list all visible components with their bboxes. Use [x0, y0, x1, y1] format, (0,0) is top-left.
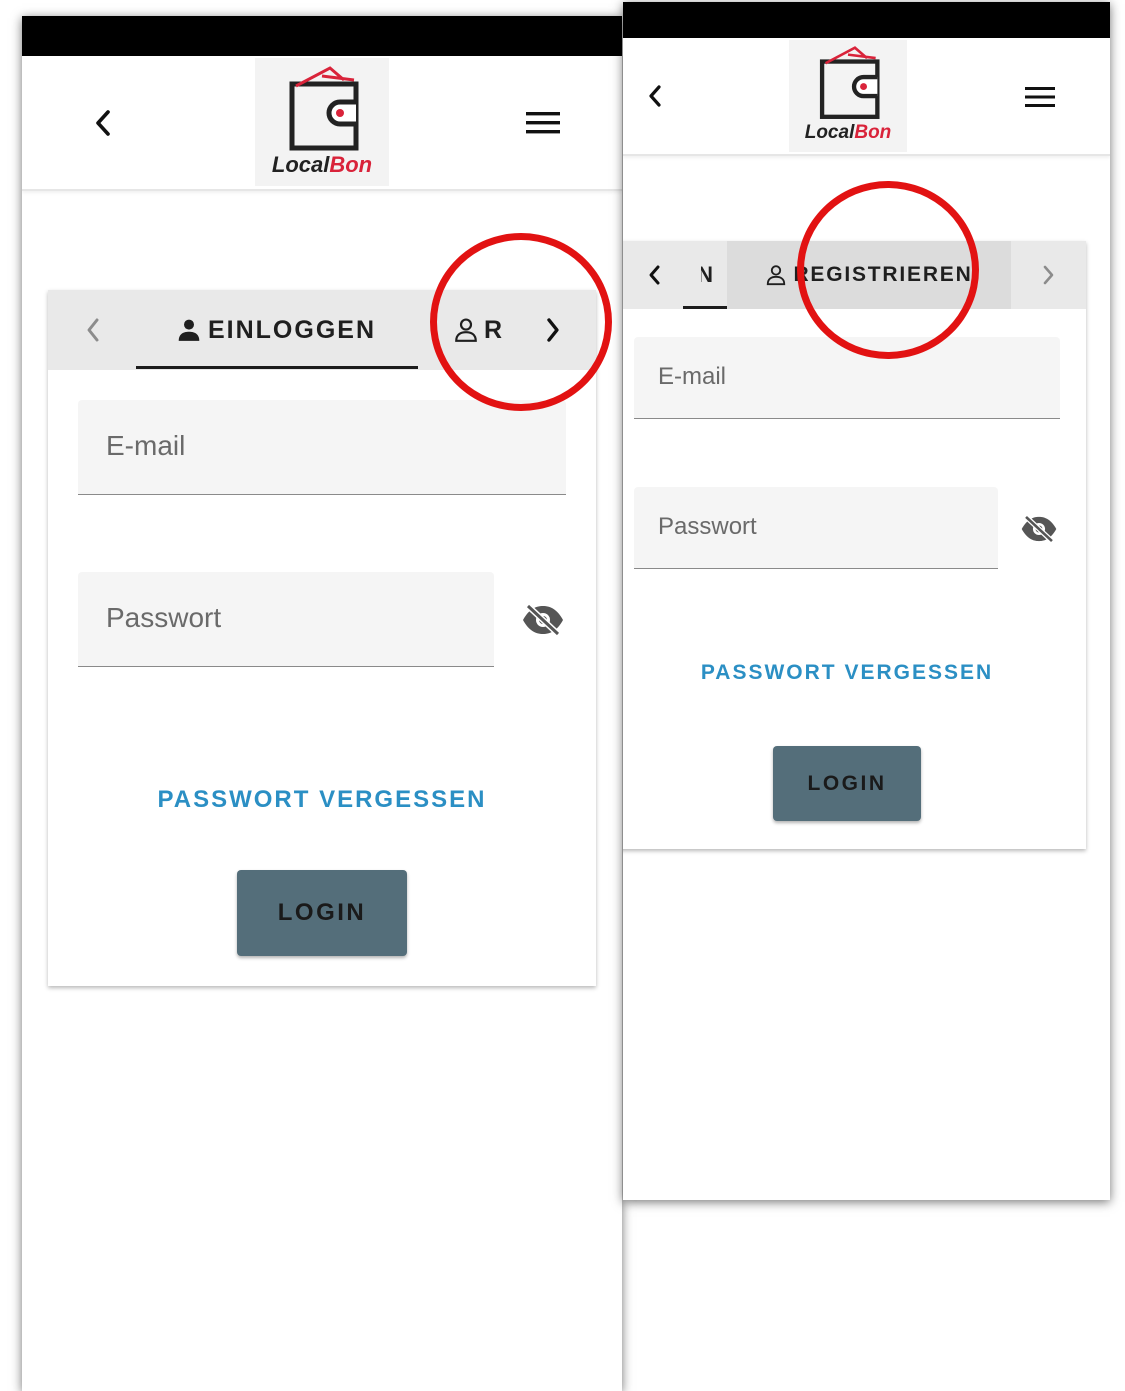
toggle-password-visibility-button[interactable]: [518, 600, 568, 640]
person-icon: [178, 319, 200, 341]
login-button[interactable]: LOGIN: [773, 746, 921, 821]
wallet-logo-icon: [289, 66, 359, 151]
active-tab-indicator: [683, 306, 727, 309]
toggle-password-visibility-button[interactable]: [1017, 511, 1061, 547]
tab-einloggen[interactable]: EINLOGGEN: [136, 290, 416, 370]
right-phone-screen: LocalBon N REGISTRIEREN E-mail Passwort …: [623, 2, 1110, 1200]
chevron-left-icon: [96, 110, 110, 136]
eye-off-icon: [1021, 515, 1057, 543]
chevron-left-icon: [87, 318, 99, 342]
password-placeholder: Passwort: [106, 602, 222, 633]
email-field[interactable]: E-mail: [78, 400, 566, 495]
login-button-label: LOGIN: [807, 771, 887, 795]
left-phone-screen: LocalBon EINLOGGEN R E-mail Passwort PAS…: [22, 16, 622, 1391]
chevron-right-icon: [1043, 265, 1054, 285]
forgot-password-link[interactable]: PASSWORT VERGESSEN: [48, 786, 596, 814]
highlight-circle-left: [430, 233, 612, 411]
person-outline-icon: [767, 265, 786, 286]
app-logo: LocalBon: [255, 58, 389, 186]
wallet-logo-icon: [819, 46, 880, 119]
eye-off-icon: [523, 603, 563, 637]
hamburger-menu-icon: [526, 112, 560, 134]
hamburger-menu-icon: [1025, 87, 1055, 107]
chevron-left-icon: [649, 265, 660, 285]
menu-button[interactable]: [1017, 76, 1063, 118]
app-bar: LocalBon: [623, 38, 1110, 156]
status-bar: [623, 2, 1110, 38]
back-button[interactable]: [633, 74, 677, 118]
tab-scroll-next-button[interactable]: [1029, 255, 1069, 295]
back-button[interactable]: [78, 98, 128, 148]
brand-name: LocalBon: [804, 122, 892, 143]
login-button[interactable]: LOGIN: [237, 870, 407, 956]
email-placeholder: E-mail: [106, 430, 186, 461]
app-bar: LocalBon: [22, 56, 622, 191]
tab-einloggen-label: EINLOGGEN: [207, 315, 376, 344]
email-placeholder: E-mail: [658, 363, 727, 390]
status-bar: [22, 16, 622, 56]
password-field[interactable]: Passwort: [634, 487, 998, 569]
tab-einloggen-label: N: [701, 262, 715, 287]
active-tab-indicator: [136, 366, 418, 369]
login-button-label: LOGIN: [277, 899, 367, 926]
app-logo: LocalBon: [789, 40, 907, 152]
brand-name: LocalBon: [271, 152, 373, 177]
tab-einloggen[interactable]: N: [661, 241, 727, 309]
menu-button[interactable]: [518, 98, 568, 148]
password-field[interactable]: Passwort: [78, 572, 494, 667]
highlight-circle-right: [797, 181, 979, 359]
tab-scroll-prev-button[interactable]: [68, 305, 118, 355]
forgot-password-link[interactable]: PASSWORT VERGESSEN: [623, 661, 1095, 685]
password-placeholder: Passwort: [658, 513, 757, 540]
chevron-left-icon: [649, 85, 661, 107]
